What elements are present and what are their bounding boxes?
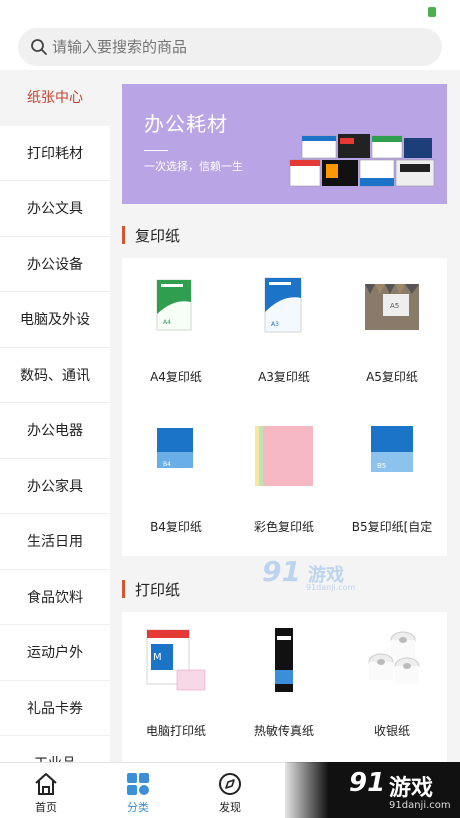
product-grid-copy-paper: A4 A4复印纸 A3 A3复印纸 A5 A5复印纸 B4 B4复印纸 彩色复印…	[122, 258, 447, 556]
product-label: 电脑打印纸	[145, 724, 206, 738]
a3-paper-ream-image: A3	[264, 277, 302, 333]
sidebar-item-office-appliances[interactable]: 办公电器	[0, 403, 110, 459]
a5-paper-pack-image: A5	[365, 284, 419, 330]
svg-text:M: M	[153, 652, 162, 663]
sidebar-item-digital-communication[interactable]: 数码、通讯	[0, 348, 110, 403]
svg-text:A4: A4	[163, 319, 171, 326]
svg-text:A5: A5	[390, 302, 399, 310]
search-bar[interactable]	[18, 28, 442, 66]
product-item-computer-print-paper[interactable]: M 电脑打印纸	[122, 626, 230, 739]
product-item-b4-paper[interactable]: B4 B4复印纸	[122, 422, 230, 535]
section-accent-bar	[122, 580, 125, 598]
nav-label: 发现	[219, 801, 241, 814]
banner-divider	[144, 150, 168, 151]
banner-title: 办公耗材	[144, 112, 228, 136]
product-label: 彩色复印纸	[253, 520, 314, 534]
banner-subtitle: 一次选择，信赖一生	[144, 160, 243, 173]
product-item-a4-paper[interactable]: A4 A4复印纸	[122, 272, 230, 385]
sidebar-item-food-drinks[interactable]: 食品饮料	[0, 570, 110, 625]
search-icon	[31, 39, 47, 55]
sidebar-item-office-equipment[interactable]: 办公设备	[0, 237, 110, 292]
site-watermark: 91 游戏 91danji.com	[262, 555, 362, 595]
sidebar-item-printing-supplies[interactable]: 打印耗材	[0, 126, 110, 181]
product-label: A3复印纸	[258, 370, 310, 384]
battery-icon	[428, 7, 436, 17]
search-input[interactable]	[52, 28, 432, 66]
product-grid-print-paper: M 电脑打印纸 热敏传真纸 收银纸	[122, 612, 447, 762]
category-grid-icon	[127, 773, 149, 795]
b5-paper-ream-image: B5	[371, 426, 413, 486]
sidebar-item-paper-center[interactable]: 纸张中心	[0, 70, 110, 126]
sidebar-item-sports-outdoor[interactable]: 运动户外	[0, 625, 110, 681]
status-bar	[0, 0, 460, 22]
corner-watermark-badge: 91 游戏 91danji.com	[285, 762, 460, 818]
a4-paper-ream-image: A4	[156, 279, 192, 331]
b4-paper-ream-image: B4	[157, 428, 193, 484]
section-title-copy-paper: 复印纸	[122, 225, 180, 245]
sidebar-item-gift-cards[interactable]: 礼品卡券	[0, 681, 110, 736]
product-item-thermal-fax-paper[interactable]: 热敏传真纸	[230, 626, 338, 739]
product-label: A5复印纸	[366, 370, 418, 384]
product-label: B4复印纸	[150, 520, 202, 534]
nav-label: 首页	[35, 801, 57, 814]
product-item-a3-paper[interactable]: A3 A3复印纸	[230, 272, 338, 385]
product-item-b5-paper[interactable]: B5 B5复印纸[自定	[338, 422, 446, 535]
sidebar-item-computer-peripherals[interactable]: 电脑及外设	[0, 292, 110, 348]
badge-url: 91danji.com	[389, 800, 451, 811]
product-label: B5复印纸[自定	[351, 520, 433, 534]
nav-item-home[interactable]: 首页	[0, 763, 92, 818]
product-label: 收银纸	[373, 724, 410, 738]
sidebar-item-office-stationery[interactable]: 办公文具	[0, 181, 110, 237]
product-item-color-paper[interactable]: 彩色复印纸	[230, 422, 338, 535]
category-sidebar: 纸张中心 打印耗材 办公文具 办公设备 电脑及外设 数码、通讯 办公电器 办公家…	[0, 70, 110, 762]
badge-text: 游戏	[389, 776, 434, 801]
nav-item-category[interactable]: 分类	[92, 763, 184, 818]
home-icon	[35, 773, 57, 795]
computer-print-paper-image: M	[146, 629, 206, 691]
thermal-fax-paper-roll-image	[275, 628, 293, 692]
section-accent-bar	[122, 226, 125, 244]
product-item-receipt-paper[interactable]: 收银纸	[338, 626, 446, 739]
svg-text:B4: B4	[163, 461, 171, 468]
search-header	[0, 22, 460, 70]
receipt-paper-rolls-image	[368, 631, 420, 684]
section-title-text: 打印纸	[135, 580, 181, 599]
product-item-a5-paper[interactable]: A5 A5复印纸	[338, 272, 446, 385]
section-title-print-paper: 打印纸	[122, 579, 180, 599]
svg-text:A3: A3	[271, 321, 279, 328]
promo-banner[interactable]: 办公耗材 一次选择，信赖一生	[122, 84, 447, 204]
discover-compass-icon	[219, 773, 241, 795]
product-label: 热敏传真纸	[253, 724, 314, 738]
watermark-url: 91danji.com	[306, 583, 356, 592]
watermark-number: 91	[262, 555, 301, 588]
color-paper-sheets-image	[255, 426, 313, 486]
nav-label: 分类	[127, 801, 149, 814]
ink-cartridge-boxes-image	[289, 134, 435, 187]
badge-number: 91	[349, 768, 386, 798]
sidebar-item-daily-life[interactable]: 生活日用	[0, 514, 110, 570]
section-title-text: 复印纸	[135, 226, 181, 245]
nav-item-discover[interactable]: 发现	[184, 763, 276, 818]
product-label: A4复印纸	[150, 370, 202, 384]
sidebar-item-office-furniture[interactable]: 办公家具	[0, 459, 110, 514]
category-content: 办公耗材 一次选择，信赖一生 复印纸 A4 A4复印纸 A3 A3复印纸 A5 …	[110, 70, 460, 762]
svg-text:B5: B5	[377, 462, 386, 470]
sidebar-item-industrial[interactable]: 工业品	[0, 736, 110, 762]
